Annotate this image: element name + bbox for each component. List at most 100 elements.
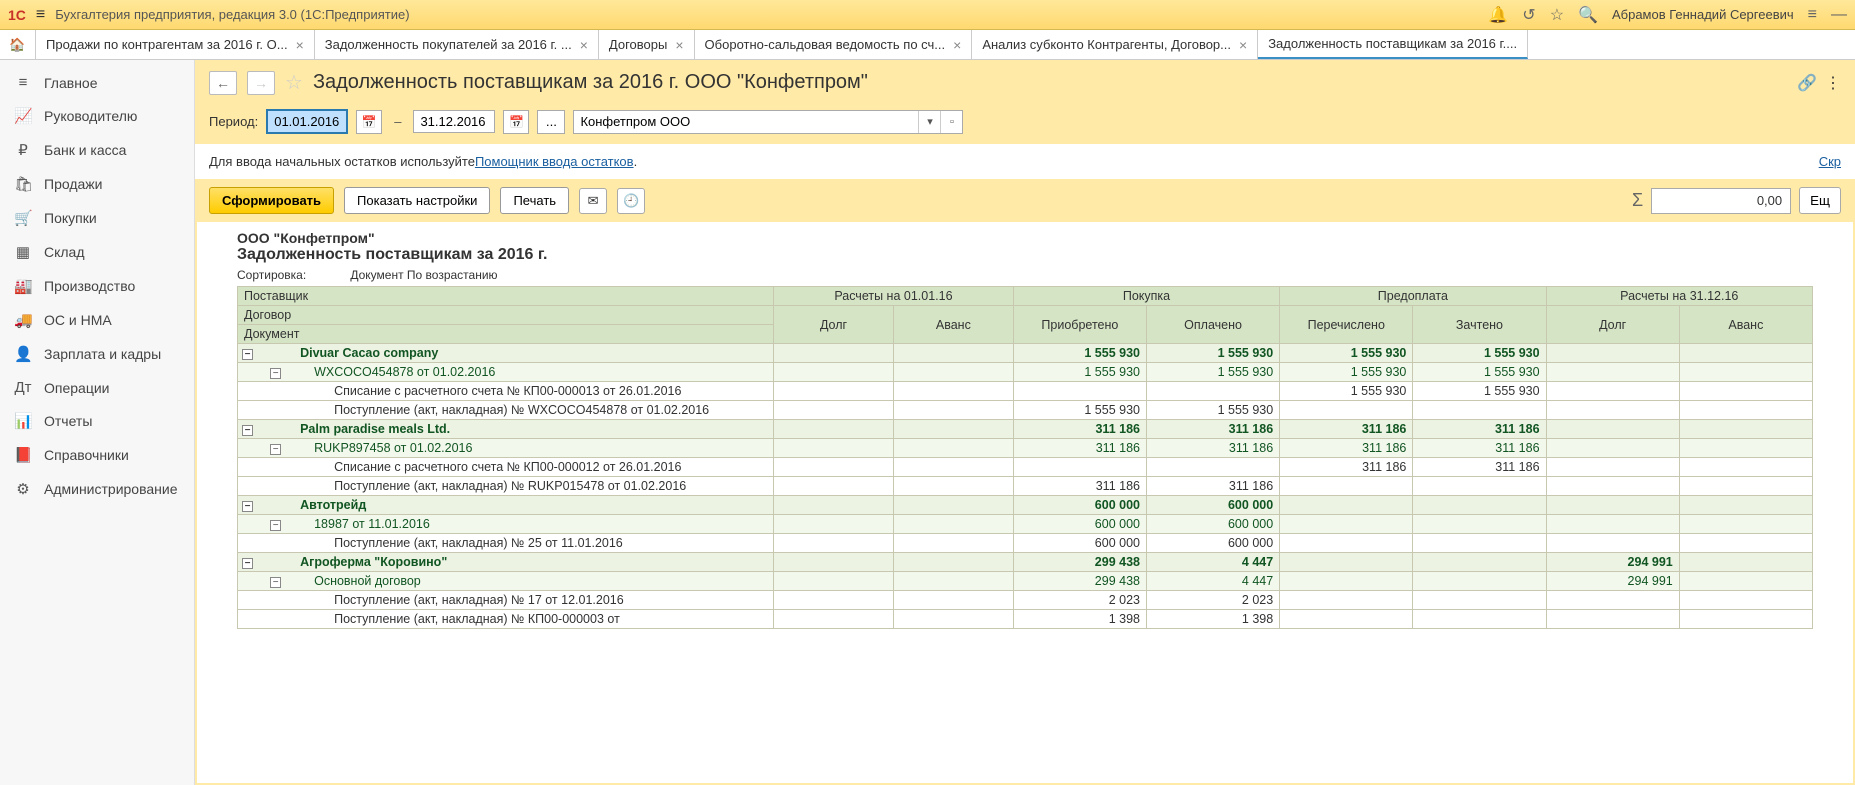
cell-value: 600 000: [1146, 496, 1279, 515]
close-icon[interactable]: ×: [675, 37, 683, 53]
table-row[interactable]: Поступление (акт, накладная) № 25 от 11.…: [238, 534, 1813, 553]
sidebar-item[interactable]: ДтОперации: [0, 371, 194, 404]
table-row[interactable]: Поступление (акт, накладная) № WXCOCO454…: [238, 401, 1813, 420]
calendar-from-icon[interactable]: 📅: [356, 110, 382, 134]
org-input[interactable]: [574, 111, 918, 133]
forward-button[interactable]: →: [247, 71, 275, 95]
cell-value: 2 023: [1013, 591, 1146, 610]
col-transferred: Перечислено: [1280, 306, 1413, 344]
tab[interactable]: Анализ субконто Контрагенты, Договор...×: [972, 30, 1258, 59]
date-from-input[interactable]: [266, 109, 348, 134]
hide-link[interactable]: Скр: [1819, 154, 1841, 169]
history-icon[interactable]: ↺: [1522, 5, 1535, 25]
menu-icon[interactable]: ≡: [36, 6, 45, 24]
search-icon[interactable]: 🔍: [1578, 5, 1598, 25]
cell-value: [1679, 534, 1812, 553]
link-icon[interactable]: 🔗: [1797, 73, 1817, 93]
collapse-icon[interactable]: −: [242, 425, 253, 436]
collapse-icon[interactable]: −: [242, 349, 253, 360]
row-name: Основной договор: [294, 572, 773, 591]
sidebar-item[interactable]: 📈Руководителю: [0, 99, 194, 133]
form-button[interactable]: Сформировать: [209, 187, 334, 214]
minimize-icon[interactable]: —: [1831, 6, 1847, 24]
sidebar-item[interactable]: 🚚ОС и НМА: [0, 303, 194, 337]
col-calc-end: Расчеты на 31.12.16: [1546, 287, 1812, 306]
sidebar-item-icon: 📕: [14, 446, 32, 464]
star-icon[interactable]: ☆: [1550, 5, 1564, 25]
bell-icon[interactable]: 🔔: [1488, 5, 1508, 25]
sidebar-item-icon: 📈: [14, 107, 32, 125]
tab[interactable]: Продажи по контрагентам за 2016 г. О...×: [36, 30, 315, 59]
sidebar-item-label: ОС и НМА: [44, 312, 112, 328]
sidebar-item[interactable]: 🛍Продажи: [0, 167, 194, 201]
table-row[interactable]: Списание с расчетного счета № КП00-00001…: [238, 382, 1813, 401]
popout-icon[interactable]: ▫: [940, 111, 962, 133]
home-tab[interactable]: 🏠: [0, 30, 36, 59]
table-row[interactable]: −WXCOCO454878 от 01.02.20161 555 9301 55…: [238, 363, 1813, 382]
date-to-input[interactable]: [413, 110, 495, 133]
more-button[interactable]: Ещ: [1799, 187, 1841, 214]
cell-value: [1546, 591, 1679, 610]
sidebar-item[interactable]: 📊Отчеты: [0, 404, 194, 438]
email-icon[interactable]: ✉: [579, 188, 607, 214]
sidebar-item-icon: 🛒: [14, 209, 32, 227]
collapse-icon[interactable]: −: [270, 368, 281, 379]
org-select[interactable]: ▾ ▫: [573, 110, 963, 134]
cell-value: 311 186: [1013, 420, 1146, 439]
sidebar-item[interactable]: ≡Главное: [0, 66, 194, 99]
period-ellipsis-button[interactable]: ...: [537, 110, 565, 134]
close-icon[interactable]: ×: [1239, 37, 1247, 53]
dropdown-icon[interactable]: ▾: [918, 111, 940, 133]
table-row[interactable]: Поступление (акт, накладная) № 17 от 12.…: [238, 591, 1813, 610]
print-button[interactable]: Печать: [500, 187, 569, 214]
table-row[interactable]: −Palm paradise meals Ltd.311 186311 1863…: [238, 420, 1813, 439]
clock-icon[interactable]: 🕘: [617, 188, 645, 214]
more-dots-icon[interactable]: ⋮: [1825, 73, 1841, 93]
sidebar-item[interactable]: ▦Склад: [0, 235, 194, 269]
favorite-star-icon[interactable]: ☆: [285, 70, 303, 95]
cell-value: 311 186: [1280, 420, 1413, 439]
sum-value[interactable]: 0,00: [1651, 188, 1791, 214]
settings-lines-icon[interactable]: ≡: [1808, 6, 1817, 24]
table-row[interactable]: −Агроферма "Коровино"299 4384 447294 991: [238, 553, 1813, 572]
close-icon[interactable]: ×: [953, 37, 961, 53]
collapse-icon[interactable]: −: [270, 577, 281, 588]
close-icon[interactable]: ×: [580, 37, 588, 53]
calendar-to-icon[interactable]: 📅: [503, 110, 529, 134]
back-button[interactable]: ←: [209, 71, 237, 95]
tab[interactable]: Задолженность покупателей за 2016 г. ...…: [315, 30, 599, 59]
tab[interactable]: Задолженность поставщикам за 2016 г....: [1258, 30, 1528, 59]
sidebar-item[interactable]: 📕Справочники: [0, 438, 194, 472]
cell-value: [774, 439, 894, 458]
table-row[interactable]: Поступление (акт, накладная) № КП00-0000…: [238, 610, 1813, 629]
cell-value: [1146, 458, 1279, 477]
row-name: Поступление (акт, накладная) № КП00-0000…: [294, 610, 773, 629]
table-row[interactable]: −18987 от 11.01.2016600 000600 000: [238, 515, 1813, 534]
settings-button[interactable]: Показать настройки: [344, 187, 490, 214]
row-name: Агроферма "Коровино": [294, 553, 773, 572]
sidebar-item[interactable]: 👤Зарплата и кадры: [0, 337, 194, 371]
sidebar-item[interactable]: 🛒Покупки: [0, 201, 194, 235]
hint-link[interactable]: Помощник ввода остатков: [475, 154, 634, 169]
content-area: ← → ☆ Задолженность поставщикам за 2016 …: [195, 60, 1855, 785]
table-row[interactable]: −Divuar Cacao company1 555 9301 555 9301…: [238, 344, 1813, 363]
collapse-icon[interactable]: −: [242, 501, 253, 512]
sidebar-item[interactable]: ⚙Администрирование: [0, 472, 194, 506]
table-row[interactable]: Списание с расчетного счета № КП00-00001…: [238, 458, 1813, 477]
collapse-icon[interactable]: −: [270, 520, 281, 531]
sidebar-item[interactable]: 🏭Производство: [0, 269, 194, 303]
table-row[interactable]: −Автотрейд600 000600 000: [238, 496, 1813, 515]
collapse-icon[interactable]: −: [270, 444, 281, 455]
cell-value: 600 000: [1146, 534, 1279, 553]
collapse-icon[interactable]: −: [242, 558, 253, 569]
sidebar-item[interactable]: ₽Банк и касса: [0, 133, 194, 167]
cell-value: [1679, 420, 1812, 439]
close-icon[interactable]: ×: [296, 37, 304, 53]
table-row[interactable]: −RUKP897458 от 01.02.2016311 186311 1863…: [238, 439, 1813, 458]
tab[interactable]: Оборотно-сальдовая ведомость по сч...×: [695, 30, 973, 59]
user-name[interactable]: Абрамов Геннадий Сергеевич: [1612, 7, 1794, 22]
table-row[interactable]: −Основной договор299 4384 447294 991: [238, 572, 1813, 591]
table-row[interactable]: Поступление (акт, накладная) № RUKP01547…: [238, 477, 1813, 496]
tab[interactable]: Договоры×: [599, 30, 695, 59]
cell-value: [1679, 515, 1812, 534]
